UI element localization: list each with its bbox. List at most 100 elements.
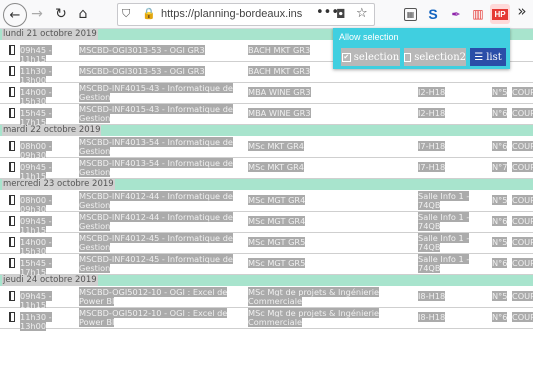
hp-badge: HP [492, 8, 508, 20]
list-label: list [486, 51, 502, 63]
document-icon [9, 237, 15, 247]
type-cell-text: COUR [512, 216, 533, 226]
room-cell-text: I8-H18 [418, 291, 446, 301]
session-number-cell-text: N°6 [492, 216, 508, 226]
session-number-cell-text: N°5 [492, 291, 508, 301]
group-cell-text: MSc MKT GR4 [248, 162, 305, 172]
bookmark-star-icon[interactable]: ☆ [356, 6, 368, 21]
session-number-cell-text: N°7 [492, 162, 508, 172]
extension-s-icon[interactable]: S [425, 6, 441, 22]
schedule-row[interactable]: 08h00 - 09h30 MSCBD-INF4013-54 - Informat… [0, 137, 533, 160]
group-cell-text: MBA WINE GR3 [248, 87, 311, 97]
group-cell-text: MSc MGT GR4 [248, 195, 306, 205]
list-icon: ☰ [474, 51, 484, 63]
type-cell-text: COUR [512, 312, 533, 322]
overflow-menu-icon[interactable]: » [514, 2, 530, 20]
session-number-cell-text: N°6 [492, 258, 508, 268]
room-cell-text: Salle Info 1 - 74QB [418, 212, 470, 231]
lock-icon[interactable]: 🔒 [142, 7, 156, 20]
schedule-row[interactable]: 09h45 - 11h15 MSCBD-INF4012-44 - Informat… [0, 212, 533, 235]
room-cell-text: Salle Info 1 - 74QB [418, 233, 470, 252]
room-cell: I7-H18 [418, 141, 476, 151]
schedule-row[interactable]: 15h45 - 17h15 MSCBD-INF4015-43 - Informat… [0, 104, 533, 127]
type-cell: COUR [512, 258, 533, 268]
popup-title: Allow selection [339, 32, 399, 42]
group-cell-text: MSc Mgt de projets & Ingénierie Commerci… [248, 308, 380, 327]
session-number-cell: N°6 [492, 141, 508, 151]
day-header: mercredi 23 octobre 2019 [0, 179, 533, 190]
course-code-cell: MSCBD-OGI3013-53 - OGI GR3 [79, 45, 245, 55]
pocket-icon[interactable]: ◘ [336, 7, 346, 21]
extension-pen-icon[interactable]: ✒ [448, 6, 464, 22]
type-cell: COUR [512, 87, 533, 97]
selection-label: selection [353, 51, 400, 63]
room-cell-text: Salle Info 1 - 74QB [418, 254, 470, 273]
selection-toggle[interactable]: ✔ selection [341, 48, 400, 66]
schedule-row[interactable]: 09h45 - 11h15 MSCBD-INF4013-54 - Informat… [0, 158, 533, 181]
room-cell-text: Salle Info 1 - 74QB [418, 191, 470, 210]
schedule-row[interactable]: 08h00 - 09h30 MSCBD-INF4012-44 - Informat… [0, 191, 533, 214]
list-button[interactable]: ☰ list [470, 48, 506, 66]
group-cell-text: MSc MKT GR4 [248, 141, 305, 151]
document-icon [9, 162, 15, 172]
room-cell: Salle Info 1 - 74QB [418, 254, 476, 273]
type-cell: COUR [512, 141, 533, 151]
document-icon [9, 141, 15, 151]
room-cell-text: I7-H18 [418, 141, 446, 151]
document-icon [9, 87, 15, 97]
time-cell: 11h30 - 13h00 [20, 312, 72, 331]
course-code-cell-text: MSCBD-OGI3013-53 - OGI GR3 [79, 45, 205, 55]
session-number-cell: N°7 [492, 162, 508, 172]
course-code-cell-text: MSCBD-INF4012-45 - Informatique de Gesti… [79, 254, 233, 273]
time-cell-text: 11h30 - 13h00 [20, 312, 52, 331]
document-icon [9, 66, 15, 76]
schedule-row[interactable]: 09h45 - 11h15 MSCBD-OGI5012-10 - OGI : Ex… [0, 287, 533, 310]
session-number-cell-text: N°5 [492, 237, 508, 247]
type-cell: COUR [512, 237, 533, 247]
course-code-cell-text: MSCBD-INF4012-44 - Informatique de Gesti… [79, 191, 233, 210]
schedule-row[interactable]: 11h30 - 13h00 MSCBD-OGI5012-10 - OGI : Ex… [0, 308, 533, 331]
schedule-row[interactable]: 15h45 - 17h15 MSCBD-INF4012-45 - Informat… [0, 254, 533, 277]
day-label: jeudi 24 octobre 2019 [2, 275, 98, 286]
reload-button[interactable]: ↻ [51, 4, 71, 24]
course-code-cell: MSCBD-INF4013-54 - Informatique de Gesti… [79, 137, 245, 156]
group-cell: MSc MKT GR4 [248, 141, 413, 151]
url-text[interactable]: https://planning-bordeaux.ins [161, 8, 302, 20]
schedule-row[interactable]: 14h00 - 15h30 MSCBD-INF4015-43 - Informat… [0, 83, 533, 106]
type-cell-text: COUR [512, 108, 533, 118]
session-number-cell-text: N°6 [492, 108, 508, 118]
schedule-row[interactable]: 14h00 - 15h30 MSCBD-INF4012-45 - Informat… [0, 233, 533, 256]
document-icon [9, 291, 15, 301]
course-code-cell-text: MSCBD-INF4013-54 - Informatique de Gesti… [79, 137, 233, 156]
schedule-list: lundi 21 octobre 2019 09h45 - 11h15 MSCBD-… [0, 29, 533, 372]
course-code-cell: MSCBD-OGI3013-53 - OGI GR3 [79, 66, 245, 76]
selection2-label: selection2 [414, 51, 466, 63]
session-number-cell: N°6 [492, 258, 508, 268]
course-code-cell: MSCBD-INF4012-44 - Informatique de Gesti… [79, 191, 245, 210]
extension-calendar-icon[interactable]: ▥ [470, 6, 486, 22]
type-cell-text: COUR [512, 141, 533, 151]
day-label: lundi 21 octobre 2019 [2, 29, 98, 40]
url-bar[interactable]: ⛉ 🔒 https://planning-bordeaux.ins ••• ◘ … [117, 3, 375, 26]
selection2-toggle[interactable]: selection2 [404, 48, 466, 66]
type-cell-text: COUR [512, 87, 533, 97]
forward-button[interactable]: → [27, 4, 47, 24]
back-button[interactable]: ← [3, 3, 27, 27]
browser-toolbar: ← → ↻ ⌂ ⛉ 🔒 https://planning-bordeaux.in… [0, 0, 533, 29]
home-button[interactable]: ⌂ [73, 4, 93, 24]
document-icon [9, 312, 15, 322]
day-label: mardi 22 octobre 2019 [2, 125, 102, 136]
type-cell: COUR [512, 291, 533, 301]
room-cell-text: I2-H18 [418, 108, 446, 118]
group-cell-text: MSc MGT GR5 [248, 258, 306, 268]
session-number-cell-text: N°6 [492, 312, 508, 322]
reader-view-icon[interactable]: ▦ [404, 8, 417, 21]
document-icon [9, 45, 15, 55]
course-code-cell: MSCBD-INF4015-43 - Informatique de Gesti… [79, 83, 245, 102]
checkbox-unchecked-icon [404, 52, 412, 62]
tracking-shield-icon[interactable]: ⛉ [122, 7, 130, 21]
type-cell-text: COUR [512, 258, 533, 268]
course-code-cell-text: MSCBD-INF4013-54 - Informatique de Gesti… [79, 158, 233, 177]
extension-hp-icon[interactable]: HP [490, 4, 510, 24]
session-number-cell-text: N°5 [492, 87, 508, 97]
